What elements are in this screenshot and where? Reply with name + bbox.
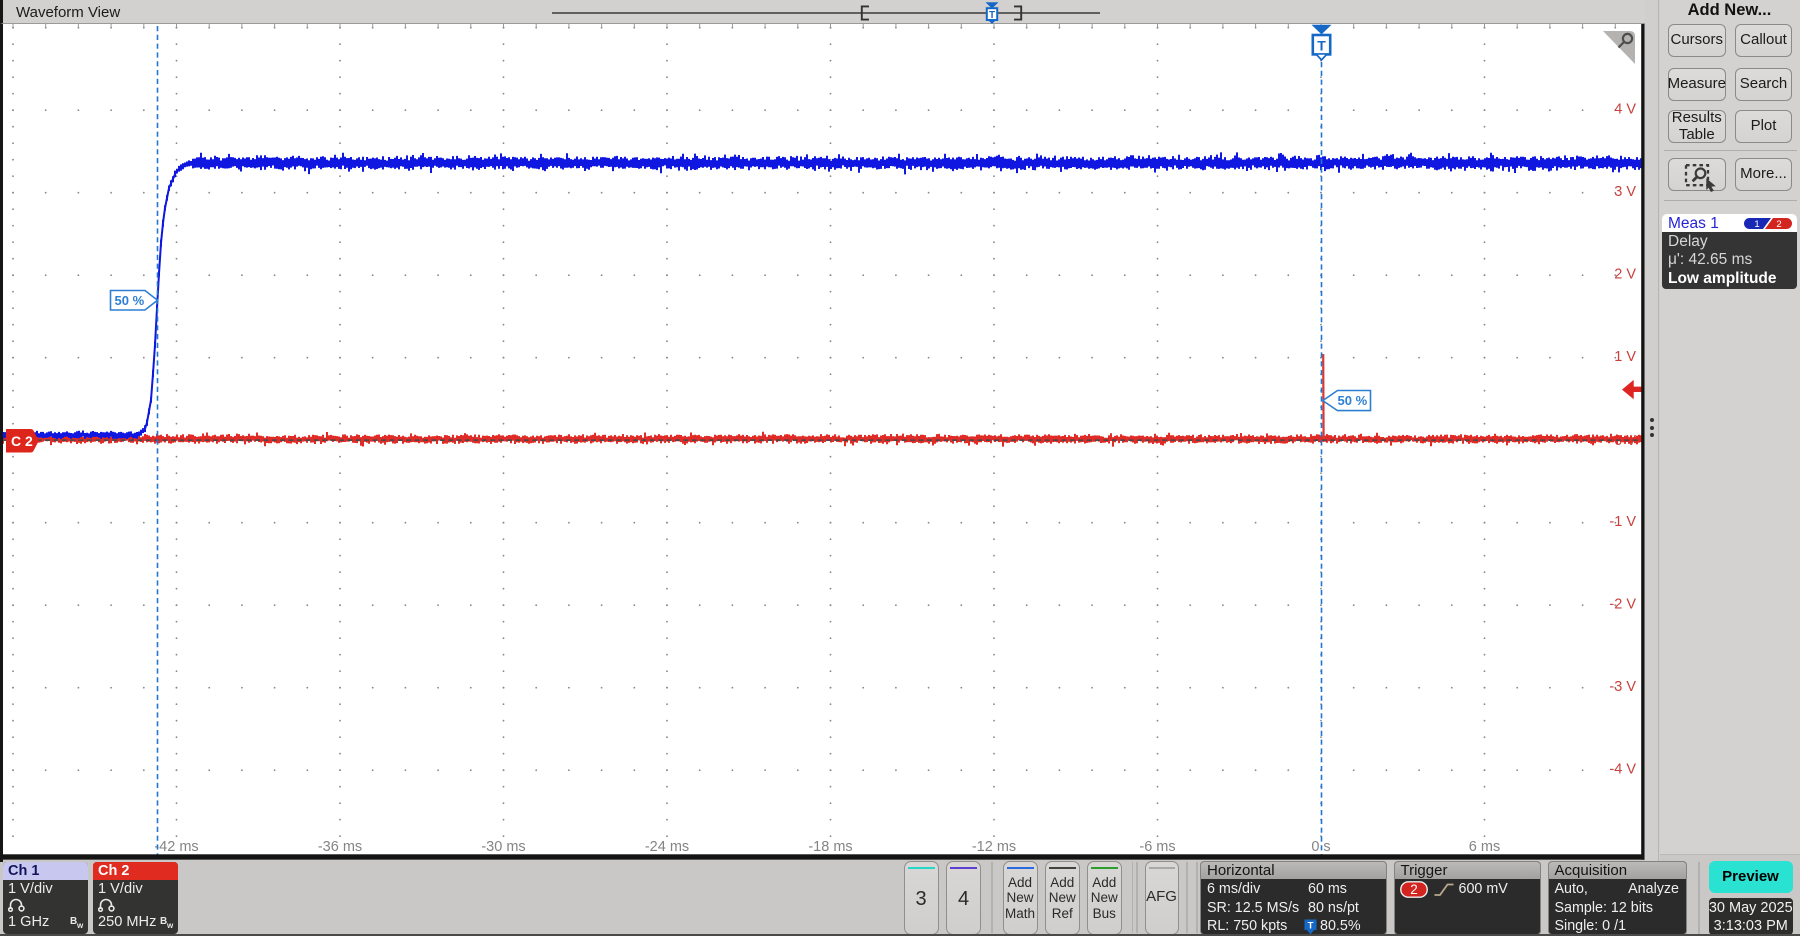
svg-text:T: T [1317,38,1326,54]
svg-text:50 %: 50 % [1338,393,1368,408]
svg-text:-4 V: -4 V [1609,762,1636,778]
svg-text:1: 1 [1754,219,1759,229]
svg-text:w: w [166,921,174,929]
svg-text:-3 V: -3 V [1609,679,1636,695]
svg-text:T: T [989,10,995,21]
svg-text:2: 2 [1776,219,1781,229]
svg-text:T: T [1308,921,1314,932]
svg-text:1 V: 1 V [1614,349,1636,365]
svg-text:-24 ms: -24 ms [645,839,689,855]
svg-text:-6 ms: -6 ms [1139,839,1175,855]
svg-text:-1 V: -1 V [1609,514,1636,530]
svg-text:-2 V: -2 V [1609,597,1636,613]
svg-text:2 V: 2 V [1614,267,1636,283]
svg-text:50 %: 50 % [115,293,145,308]
svg-text:C 2: C 2 [11,433,33,449]
svg-text:2: 2 [1410,882,1418,897]
svg-text:4 V: 4 V [1614,102,1636,118]
svg-text:-12 ms: -12 ms [972,839,1016,855]
svg-text:3 V: 3 V [1614,184,1636,200]
svg-text:-18 ms: -18 ms [808,839,852,855]
svg-text:-30 ms: -30 ms [481,839,525,855]
svg-text:w: w [76,921,84,929]
svg-text:-42 ms: -42 ms [154,839,198,855]
svg-text:6 ms: 6 ms [1469,839,1500,855]
svg-text:-36 ms: -36 ms [318,839,362,855]
